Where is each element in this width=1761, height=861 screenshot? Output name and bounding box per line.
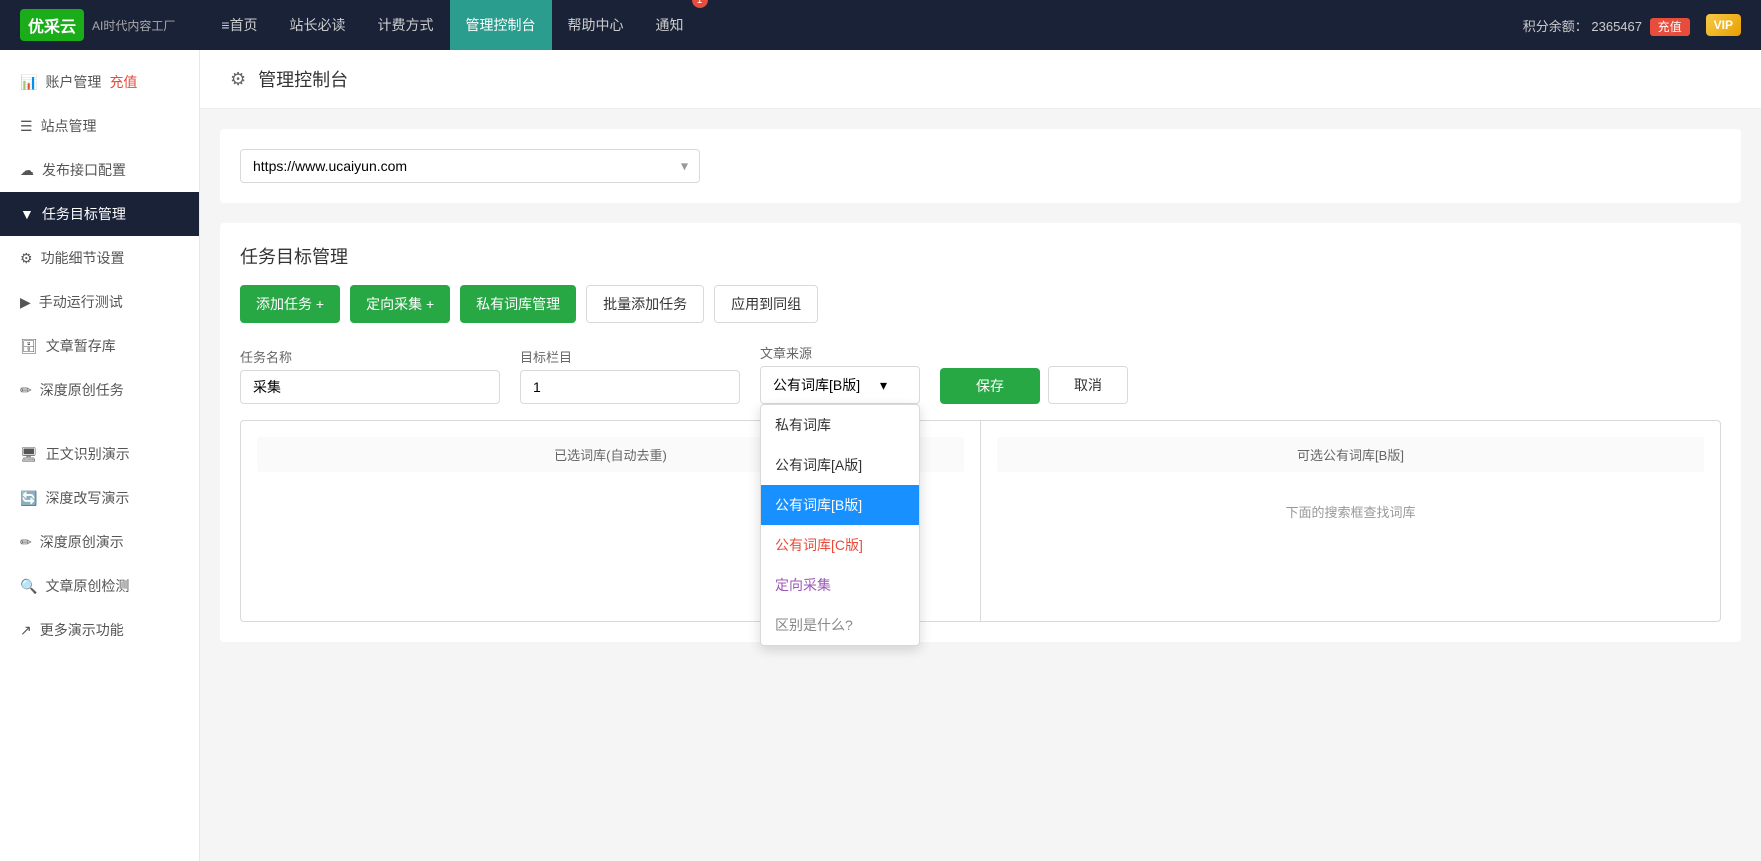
source-option-public-a[interactable]: 公有词库[A版] <box>761 445 919 485</box>
notification-badge: 1 <box>692 0 708 8</box>
cancel-button[interactable]: 取消 <box>1048 366 1128 404</box>
source-label: 文章来源 <box>760 343 920 362</box>
nav-pricing[interactable]: 计费方式 <box>362 0 450 50</box>
points-area: 积分余额： 2365467 充值 <box>1523 16 1690 35</box>
pencil-icon: ✏ <box>20 534 32 551</box>
available-library-panel: 可选公有词库[B版] 下面的搜索框查找词库 <box>981 421 1720 621</box>
directed-collect-button[interactable]: 定向采集 + <box>350 285 450 323</box>
chart-icon: 📊 <box>20 74 37 91</box>
points-value: 2365467 <box>1591 19 1642 34</box>
action-buttons: 添加任务 + 定向采集 + 私有词库管理 批量添加任务 应用到同组 <box>240 285 1721 323</box>
sidebar-item-task[interactable]: ▼ 任务目标管理 <box>0 192 199 236</box>
nav-items: ≡ 首页 站长必读 计费方式 管理控制台 帮助中心 通知 1 <box>205 0 1522 50</box>
arrow-icon: ↗ <box>20 622 32 639</box>
sidebar-item-more[interactable]: ↗ 更多演示功能 <box>0 608 199 652</box>
sidebar-item-sites[interactable]: ☰ 站点管理 <box>0 104 199 148</box>
source-selected-value: 公有词库[B版] <box>773 375 860 395</box>
source-dropdown: 私有词库 公有词库[A版] 公有词库[B版] 公有词库[C版] 定向采集 区别是… <box>760 404 920 646</box>
sidebar-item-ocr[interactable]: 🖥 正文识别演示 <box>0 432 199 476</box>
content-area: ⚙ 管理控制台 https://www.ucaiyun.com ▾ 任务目标管理… <box>200 50 1761 861</box>
nav-help[interactable]: 帮助中心 <box>552 0 640 50</box>
source-option-private[interactable]: 私有词库 <box>761 405 919 445</box>
search-icon: 🔍 <box>20 578 37 595</box>
save-button[interactable]: 保存 <box>940 368 1040 404</box>
logo-icon: 优采云 <box>20 9 84 41</box>
edit-icon: ✏ <box>20 382 32 399</box>
task-name-group: 任务名称 <box>240 347 500 404</box>
task-name-label: 任务名称 <box>240 347 500 366</box>
sidebar-item-original[interactable]: ✏ 深度原创演示 <box>0 520 199 564</box>
main-layout: 📊 账户管理 充值 ☰ 站点管理 ☁ 发布接口配置 ▼ 任务目标管理 ⚙ 功能细… <box>0 50 1761 861</box>
list-icon: ☰ <box>20 118 33 135</box>
url-selector-container: https://www.ucaiyun.com ▾ <box>240 149 700 183</box>
sidebar-item-publish[interactable]: ☁ 发布接口配置 <box>0 148 199 192</box>
available-library-header: 可选公有词库[B版] <box>997 437 1704 472</box>
source-group: 文章来源 公有词库[B版] ▾ 私有词库 公有词库[A版] 公有词库[B版] 公… <box>760 343 920 404</box>
target-column-group: 目标栏目 <box>520 347 740 404</box>
home-icon: ≡ <box>221 17 229 33</box>
page-title: 管理控制台 <box>258 66 348 92</box>
logo-area: 优采云 AI时代内容工厂 <box>20 9 175 41</box>
vip-badge[interactable]: VIP <box>1706 14 1741 36</box>
section-title: 任务目标管理 <box>240 243 1721 269</box>
refresh-icon: 🔄 <box>20 490 37 507</box>
play-icon: ▶ <box>20 294 31 311</box>
storage-icon: 🗄 <box>20 338 38 355</box>
batch-add-button[interactable]: 批量添加任务 <box>586 285 704 323</box>
nav-notification[interactable]: 通知 1 <box>640 0 700 50</box>
recharge-btn[interactable]: 充值 <box>1650 18 1690 36</box>
sidebar-item-features[interactable]: ⚙ 功能细节设置 <box>0 236 199 280</box>
sidebar-item-deep[interactable]: ✏ 深度原创任务 <box>0 368 199 412</box>
target-column-input[interactable] <box>520 370 740 404</box>
nav-dashboard[interactable]: 管理控制台 <box>450 0 552 50</box>
save-cancel-group: 保存 取消 <box>940 366 1128 404</box>
nav-home[interactable]: ≡ 首页 <box>205 0 273 50</box>
filter-icon: ▼ <box>20 206 34 222</box>
settings-icon: ⚙ <box>230 69 246 90</box>
sidebar-item-detect[interactable]: 🔍 文章原创检测 <box>0 564 199 608</box>
monitor-icon: 🖥 <box>20 446 38 463</box>
source-option-public-c[interactable]: 公有词库[C版] <box>761 525 919 565</box>
word-library-panels: 已选词库(自动去重) 可选公有词库[B版] 下面的搜索框查找词库 <box>240 420 1721 622</box>
sidebar-item-manual[interactable]: ▶ 手动运行测试 <box>0 280 199 324</box>
logo-subtitle: AI时代内容工厂 <box>92 17 175 34</box>
cloud-icon: ☁ <box>20 162 34 179</box>
source-select-button[interactable]: 公有词库[B版] ▾ <box>760 366 920 404</box>
url-selector[interactable]: https://www.ucaiyun.com <box>240 149 700 183</box>
sidebar-item-account[interactable]: 📊 账户管理 充值 <box>0 60 199 104</box>
search-hint: 下面的搜索框查找词库 <box>997 482 1704 541</box>
sidebar-item-drafts[interactable]: 🗄 文章暂存库 <box>0 324 199 368</box>
source-option-diff[interactable]: 区别是什么? <box>761 605 919 645</box>
source-option-public-b[interactable]: 公有词库[B版] <box>761 485 919 525</box>
topnav: 优采云 AI时代内容工厂 ≡ 首页 站长必读 计费方式 管理控制台 帮助中心 通… <box>0 0 1761 50</box>
sidebar-recharge-link[interactable]: 充值 <box>109 72 137 92</box>
task-name-input[interactable] <box>240 370 500 404</box>
sidebar: 📊 账户管理 充值 ☰ 站点管理 ☁ 发布接口配置 ▼ 任务目标管理 ⚙ 功能细… <box>0 50 200 861</box>
gear-icon: ⚙ <box>20 250 33 267</box>
sidebar-item-rewrite[interactable]: 🔄 深度改写演示 <box>0 476 199 520</box>
source-option-directed[interactable]: 定向采集 <box>761 565 919 605</box>
task-panel: 任务目标管理 添加任务 + 定向采集 + 私有词库管理 批量添加任务 应用到同组… <box>220 223 1741 642</box>
target-column-label: 目标栏目 <box>520 347 740 366</box>
nav-right: 积分余额： 2365467 充值 VIP <box>1523 14 1741 36</box>
private-library-button[interactable]: 私有词库管理 <box>460 285 576 323</box>
apply-group-button[interactable]: 应用到同组 <box>714 285 818 323</box>
source-chevron-icon: ▾ <box>880 377 887 394</box>
source-select-container: 公有词库[B版] ▾ 私有词库 公有词库[A版] 公有词库[B版] 公有词库[C… <box>760 366 920 404</box>
add-task-button[interactable]: 添加任务 + <box>240 285 340 323</box>
url-selector-panel: https://www.ucaiyun.com ▾ <box>220 129 1741 203</box>
page-header: ⚙ 管理控制台 <box>200 50 1761 109</box>
nav-webmaster[interactable]: 站长必读 <box>274 0 362 50</box>
task-form-row: 任务名称 目标栏目 文章来源 公有词库[B版] ▾ <box>240 343 1721 404</box>
